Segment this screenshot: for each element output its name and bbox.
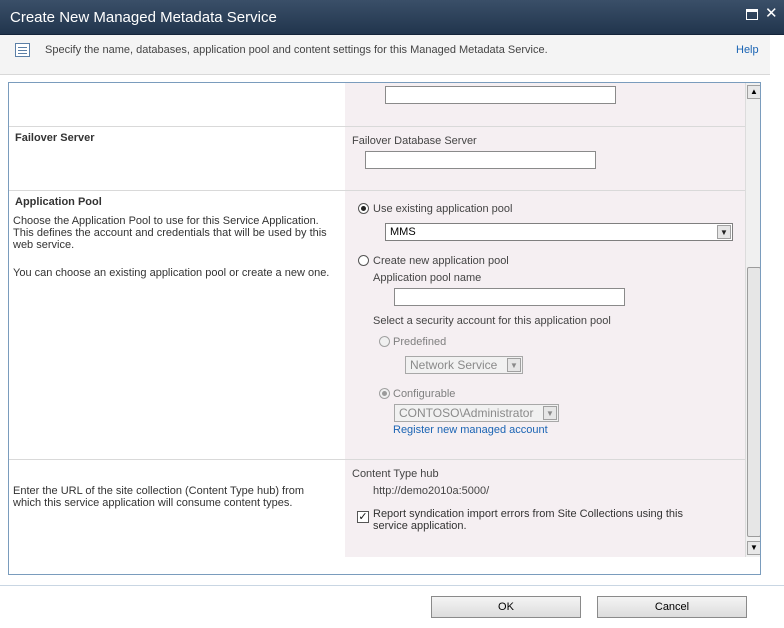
- chevron-down-icon[interactable]: ▼: [543, 406, 557, 420]
- failover-server-heading: Failover Server: [15, 132, 95, 144]
- use-existing-pool-radio[interactable]: [358, 203, 369, 214]
- content-type-hub-label: Content Type hub: [352, 468, 439, 480]
- scroll-up-icon[interactable]: ▲: [747, 85, 760, 99]
- application-pool-description: Choose the Application Pool to use for t…: [13, 215, 327, 251]
- vertical-scrollbar[interactable]: ▲ ▼: [745, 83, 760, 557]
- section-divider: [9, 459, 745, 460]
- configurable-radio[interactable]: [379, 388, 390, 399]
- scroll-down-icon[interactable]: ▼: [747, 541, 760, 555]
- cancel-button[interactable]: Cancel: [597, 596, 747, 618]
- failover-database-server-input[interactable]: [365, 151, 596, 169]
- content-type-hub-description: Enter the URL of the site collection (Co…: [13, 485, 305, 509]
- existing-pool-value: MMS: [390, 226, 416, 238]
- content-type-hub-url: http://demo2010a:5000/: [373, 485, 490, 497]
- maximize-icon[interactable]: [746, 9, 758, 20]
- pool-name-input[interactable]: [394, 288, 625, 306]
- section-divider: [9, 126, 745, 127]
- dialog-titlebar: Create New Managed Metadata Service ✕: [0, 0, 784, 35]
- dialog-button-bar: OK Cancel: [0, 585, 784, 628]
- close-icon[interactable]: ✕: [765, 6, 778, 21]
- application-pool-hint: You can choose an existing application p…: [13, 267, 330, 279]
- configurable-account-value: CONTOSO\Administrator: [399, 406, 534, 420]
- create-new-pool-label: Create new application pool: [373, 255, 509, 267]
- configurable-account-select[interactable]: CONTOSO\Administrator ▼: [394, 404, 559, 422]
- create-new-pool-radio[interactable]: [358, 255, 369, 266]
- window-gutter: [770, 35, 784, 585]
- report-errors-label: Report syndication import errors from Si…: [373, 508, 683, 532]
- section-divider: [9, 190, 745, 191]
- use-existing-pool-label: Use existing application pool: [373, 203, 513, 215]
- previous-section-input[interactable]: [385, 86, 616, 104]
- configurable-label: Configurable: [393, 388, 456, 400]
- pool-name-label: Application pool name: [373, 272, 482, 284]
- settings-frame: Failover Server Failover Database Server…: [8, 82, 761, 575]
- register-managed-account-link[interactable]: Register new managed account: [393, 424, 548, 436]
- existing-pool-select[interactable]: MMS ▼: [385, 223, 733, 241]
- dialog-description: Specify the name, databases, application…: [45, 44, 548, 56]
- description-bar: Specify the name, databases, application…: [0, 35, 770, 75]
- chevron-down-icon[interactable]: ▼: [717, 225, 731, 239]
- security-account-label: Select a security account for this appli…: [373, 315, 611, 327]
- chevron-down-icon[interactable]: ▼: [507, 358, 521, 372]
- help-link[interactable]: Help: [736, 44, 759, 56]
- scrollbar-thumb[interactable]: [747, 267, 760, 537]
- ok-button[interactable]: OK: [431, 596, 581, 618]
- dialog-title: Create New Managed Metadata Service: [10, 9, 277, 26]
- report-errors-checkbox[interactable]: ✓: [357, 511, 369, 523]
- predefined-account-value: Network Service: [410, 358, 498, 372]
- predefined-radio[interactable]: [379, 336, 390, 347]
- predefined-label: Predefined: [393, 336, 447, 348]
- failover-database-server-label: Failover Database Server: [352, 135, 477, 147]
- application-pool-heading: Application Pool: [15, 196, 102, 208]
- document-icon: [15, 43, 30, 57]
- predefined-account-select[interactable]: Network Service ▼: [405, 356, 523, 374]
